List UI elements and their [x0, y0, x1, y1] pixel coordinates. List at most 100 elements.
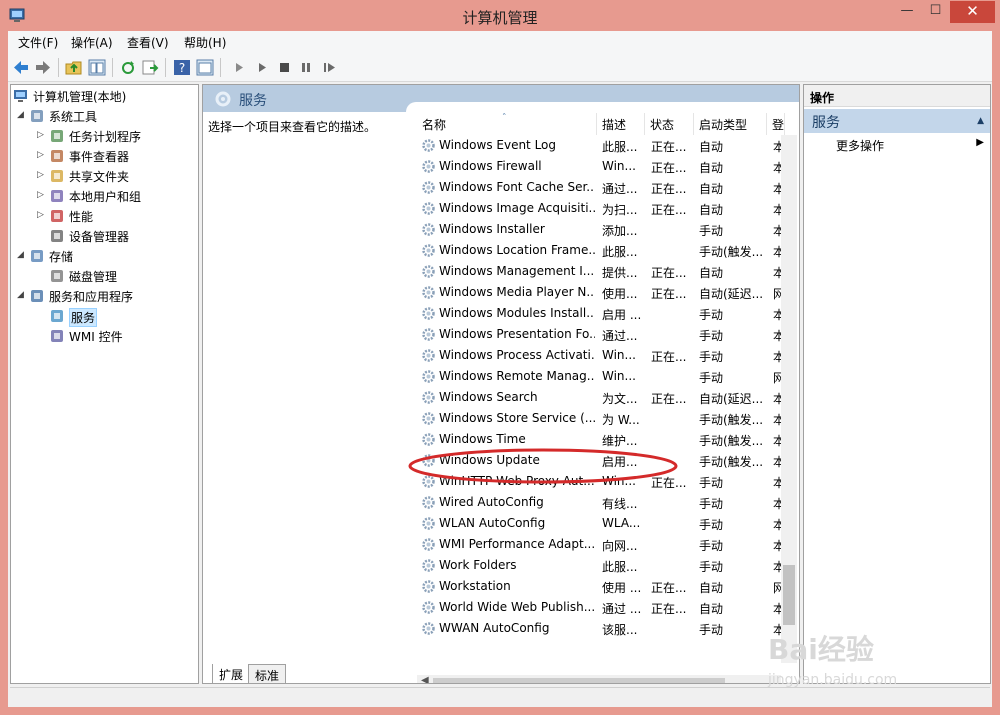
service-row[interactable]: WMI Performance Adapt... 向网... 手动本 [417, 534, 799, 555]
service-row[interactable]: Windows Event Log 此服... 正在... 自动本 [417, 135, 799, 156]
column-header-startup-type[interactable]: 启动类型 [694, 113, 767, 135]
service-row[interactable]: Windows Presentation Fo... 通过... 手动本 [417, 324, 799, 345]
vertical-scrollbar[interactable] [781, 135, 797, 663]
service-row[interactable]: Windows Remote Manag... Win... 手动网 [417, 366, 799, 387]
service-row[interactable]: Wired AutoConfig 有线... 手动本 [417, 492, 799, 513]
service-gear-icon [422, 370, 435, 383]
tree-item[interactable]: ◢ 系统工具 [11, 106, 198, 126]
column-header-logon[interactable]: 登 [767, 113, 785, 135]
tab-standard[interactable]: 标准 [248, 664, 287, 684]
tree-item[interactable]: ▷ 任务计划程序 [11, 126, 198, 146]
expanded-chevron-icon[interactable]: ◢ [17, 290, 27, 300]
service-row[interactable]: Windows Management I... 提供... 正在... 自动本 [417, 261, 799, 282]
tree-item[interactable]: 服务 [11, 306, 198, 327]
up-folder-icon[interactable] [65, 59, 83, 76]
collapsed-chevron-icon[interactable]: ▷ [37, 150, 47, 160]
tree-item[interactable]: ▷ 事件查看器 [11, 146, 198, 166]
tree-item[interactable]: ◢ 服务和应用程序 [11, 286, 198, 306]
baidu-watermark: Bai经验 jingyan.baidu.com [760, 628, 980, 698]
service-row[interactable]: WLAN AutoConfig WLA... 手动本 [417, 513, 799, 534]
wmi-icon [49, 328, 65, 344]
service-gear-icon [422, 559, 435, 572]
show-hide-tree-icon[interactable] [88, 59, 106, 76]
service-description: 启用 ... [602, 308, 642, 322]
expanded-chevron-icon[interactable]: ◢ [17, 250, 27, 260]
toolbar-separator [220, 58, 221, 77]
expanded-chevron-icon[interactable]: ◢ [17, 110, 27, 120]
close-button[interactable]: ✕ [950, 1, 995, 23]
collapse-icon[interactable]: ▲ [977, 116, 984, 126]
service-startup-type: 自动 [699, 602, 724, 616]
shared-folder-icon [49, 168, 65, 184]
tree-item[interactable]: ◢ 存储 [11, 246, 198, 266]
collapsed-chevron-icon[interactable]: ▷ [37, 210, 47, 220]
service-startup-type: 手动 [699, 560, 724, 574]
service-row[interactable]: Windows Location Frame... 此服... 手动(触发... 本 [417, 240, 799, 261]
service-description: 向网... [602, 539, 638, 553]
export-list-icon[interactable] [141, 59, 159, 76]
service-row[interactable]: World Wide Web Publish... 通过 ... 正在... 自动本 [417, 597, 799, 618]
service-gear-icon [422, 286, 435, 299]
menu-file[interactable]: 文件(F) [18, 34, 58, 51]
menu-help[interactable]: 帮助(H) [184, 34, 226, 51]
collapsed-chevron-icon[interactable]: ▷ [37, 170, 47, 180]
column-header-description[interactable]: 描述 [597, 113, 645, 135]
service-row[interactable]: Work Folders 此服... 手动本 [417, 555, 799, 576]
service-name: Windows Store Service (... [439, 411, 595, 425]
menu-action[interactable]: 操作(A) [71, 34, 113, 51]
more-actions-item[interactable]: 更多操作 [836, 137, 884, 154]
tree-item[interactable]: ▷ 本地用户和组 [11, 186, 198, 206]
tree-item[interactable]: ▷ 共享文件夹 [11, 166, 198, 186]
service-row[interactable]: Windows Font Cache Ser... 通过... 正在... 自动本 [417, 177, 799, 198]
vertical-scroll-thumb[interactable] [783, 565, 795, 625]
restart-service-icon[interactable] [320, 59, 338, 76]
properties-pane-icon[interactable] [196, 59, 214, 76]
tree-item[interactable]: 磁盘管理 [11, 266, 198, 286]
service-row[interactable]: Windows Search 为文... 正在... 自动(延迟... 本 [417, 387, 799, 408]
tree-item[interactable]: WMI 控件 [11, 326, 198, 346]
service-gear-icon [422, 202, 435, 215]
service-gear-icon [422, 412, 435, 425]
service-startup-type: 手动 [699, 623, 724, 637]
help-icon[interactable]: ? [173, 59, 191, 76]
service-row[interactable]: Windows Modules Install... 启用 ... 手动本 [417, 303, 799, 324]
service-row[interactable]: Windows Installer 添加... 手动本 [417, 219, 799, 240]
menu-view[interactable]: 查看(V) [127, 34, 169, 51]
forward-arrow-icon[interactable] [34, 59, 52, 76]
refresh-icon[interactable] [119, 59, 137, 76]
back-arrow-icon[interactable] [12, 59, 30, 76]
service-gear-icon [422, 622, 435, 635]
collapsed-chevron-icon [37, 330, 47, 340]
maximize-button[interactable]: ☐ [922, 1, 949, 23]
collapsed-chevron-icon[interactable]: ▷ [37, 190, 47, 200]
tab-extended[interactable]: 扩展 [212, 664, 251, 684]
service-gear-icon [422, 160, 435, 173]
service-name: Windows Image Acquisiti... [439, 201, 595, 215]
pause-service-icon[interactable] [297, 59, 315, 76]
submenu-arrow-icon[interactable]: ▶ [976, 137, 984, 148]
service-row[interactable]: Windows Store Service (... 为 W... 手动(触发...… [417, 408, 799, 429]
services-table: 名称 ˄ 描述 状态 启动类型 登 Windows Event Log 此服...… [417, 113, 799, 657]
tree-item[interactable]: 设备管理器 [11, 226, 198, 246]
tree-item[interactable]: ▷ 性能 [11, 206, 198, 226]
column-header-name[interactable]: 名称 ˄ [417, 113, 597, 135]
service-row[interactable]: Windows Firewall Win... 正在... 自动本 [417, 156, 799, 177]
minimize-button[interactable]: — [893, 1, 921, 23]
column-header-status[interactable]: 状态 [645, 113, 694, 135]
collapsed-chevron-icon[interactable]: ▷ [37, 130, 47, 140]
service-row[interactable]: WWAN AutoConfig 该服... 手动本 [417, 618, 799, 639]
stop-service-icon[interactable] [275, 59, 293, 76]
tree-item-label: 系统工具 [49, 110, 98, 124]
service-row[interactable]: Workstation 使用 ... 正在... 自动网 [417, 576, 799, 597]
service-status: 正在... [651, 161, 687, 175]
service-row[interactable]: Windows Process Activati... Win... 正在... 手动… [417, 345, 799, 366]
actions-section-services[interactable]: 服务 ▲ [804, 109, 990, 133]
service-row[interactable]: Windows Image Acquisiti... 为扫... 正在... 自动本 [417, 198, 799, 219]
service-gear-icon [422, 223, 435, 236]
start-service-alt-icon[interactable] [253, 59, 271, 76]
service-row[interactable]: Windows Media Player N... 使用... 正在... 自动(延迟… [417, 282, 799, 303]
service-gear-icon [422, 244, 435, 257]
tree-item-root[interactable]: 计算机管理(本地) [11, 86, 198, 106]
title-bar[interactable]: 计算机管理 — ☐ ✕ [0, 0, 1000, 32]
start-service-icon[interactable] [230, 59, 248, 76]
